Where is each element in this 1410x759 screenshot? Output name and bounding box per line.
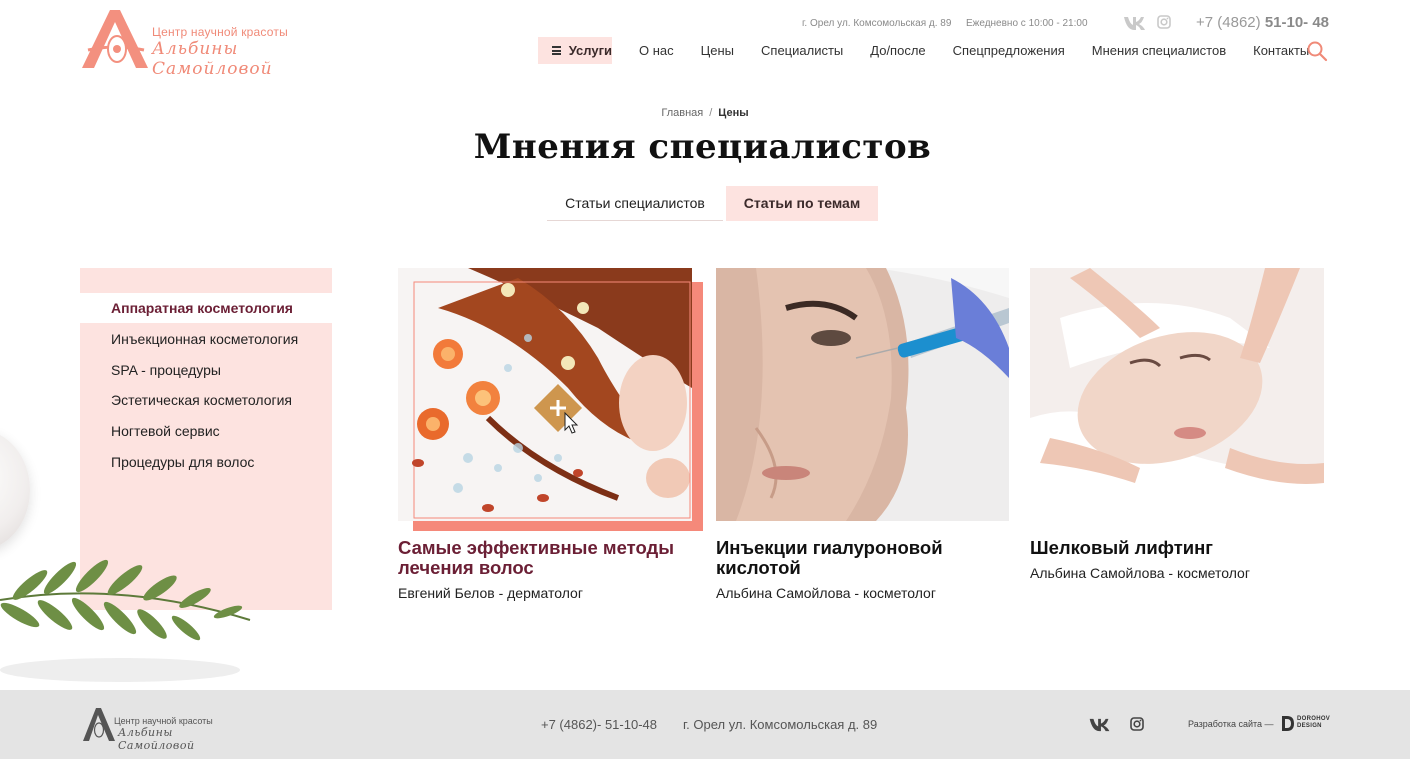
vk-icon[interactable] bbox=[1123, 15, 1147, 31]
developer-brand-line2: DESIGN bbox=[1297, 723, 1322, 729]
nav-item-about[interactable]: О нас bbox=[639, 37, 674, 64]
menu-icon bbox=[552, 46, 561, 55]
card-author: Евгений Белов - дерматолог bbox=[398, 585, 583, 601]
footer-logo-letter-a-icon bbox=[83, 708, 115, 741]
card-image-lifting[interactable] bbox=[1030, 268, 1324, 521]
footer-instagram-icon[interactable] bbox=[1130, 717, 1144, 731]
nav-item-opinions[interactable]: Мнения специалистов bbox=[1092, 37, 1226, 64]
developer-brand-line1: DOROHOV bbox=[1297, 716, 1331, 722]
page-title: Мнения специалистов bbox=[473, 127, 932, 167]
developer-d-icon bbox=[1282, 716, 1294, 731]
card-image-hair[interactable] bbox=[398, 268, 692, 521]
tab-bar: Статьи специалистов Статьи по темам bbox=[547, 186, 878, 221]
developer-label: Разработка сайта — bbox=[1188, 719, 1274, 729]
sidebar-item-hair-procedures[interactable]: Процедуры для волос bbox=[111, 454, 254, 470]
footer-address: г. Орел ул. Комсомольская д. 89 bbox=[683, 717, 878, 732]
nav-item-before-after[interactable]: До/после bbox=[870, 37, 925, 64]
site-logo[interactable]: Центр научной красоты Альбины Самойловой bbox=[80, 6, 320, 79]
header-hours: Ежедневно с 10:00 - 21:00 bbox=[966, 18, 1088, 29]
instagram-icon[interactable] bbox=[1157, 15, 1171, 29]
card-author: Альбина Самойлова - косметолог bbox=[716, 585, 936, 601]
logo-letter-a-icon bbox=[82, 10, 148, 68]
main-nav: Услуги О нас Цены Специалисты До/после С… bbox=[538, 37, 1336, 64]
sidebar-item-nail-service[interactable]: Ногтевой сервис bbox=[111, 423, 220, 439]
header-address: г. Орел ул. Комсомольская д. 89 bbox=[802, 18, 952, 29]
logo-text-line1: Центр научной красоты bbox=[152, 25, 288, 39]
footer-logo[interactable]: Центр научной красоты Альбины Самойловой bbox=[82, 706, 252, 752]
phone-prefix: +7 (4862) bbox=[1196, 14, 1261, 31]
sidebar-item-hardware-cosmetology[interactable]: Аппаратная косметология bbox=[111, 300, 293, 316]
sidebar-item-injection-cosmetology[interactable]: Инъекционная косметология bbox=[111, 331, 298, 347]
card-image-injection[interactable] bbox=[716, 268, 1009, 521]
nav-services-label: Услуги bbox=[568, 43, 612, 58]
card-title[interactable]: Инъекции гиалуроновой кислотой bbox=[716, 538, 1016, 578]
nav-item-contacts[interactable]: Контакты bbox=[1253, 37, 1309, 64]
footer-phone[interactable]: +7 (4862)- 51-10-48 bbox=[541, 717, 657, 732]
nav-item-prices[interactable]: Цены bbox=[701, 37, 734, 64]
decorative-plate bbox=[0, 430, 30, 550]
footer: Центр научной красоты Альбины Самойловой… bbox=[0, 690, 1410, 759]
search-icon[interactable] bbox=[1306, 40, 1328, 62]
nav-item-specialists[interactable]: Специалисты bbox=[761, 37, 843, 64]
footer-vk-icon[interactable] bbox=[1088, 717, 1112, 732]
sidebar-item-aesthetic-cosmetology[interactable]: Эстетическая косметология bbox=[111, 392, 292, 408]
card-title[interactable]: Шелковый лифтинг bbox=[1030, 538, 1330, 558]
card-title[interactable]: Самые эффективные методы лечения волос bbox=[398, 538, 698, 578]
nav-item-special-offers[interactable]: Спецпредложения bbox=[953, 37, 1065, 64]
footer-logo-line1: Центр научной красоты bbox=[114, 716, 213, 726]
sidebar-item-spa[interactable]: SPA - процедуры bbox=[111, 362, 221, 378]
tab-specialist-articles[interactable]: Статьи специалистов bbox=[547, 186, 723, 221]
breadcrumb: Главная / Цены bbox=[0, 107, 1410, 119]
developer-logo[interactable]: DOROHOV DESIGN bbox=[1281, 715, 1331, 732]
decorative-leaf-branch bbox=[0, 559, 251, 682]
footer-logo-line2: Альбины Самойловой bbox=[118, 726, 195, 752]
header-phone[interactable]: +7 (4862) 51-10- 48 bbox=[1196, 14, 1329, 31]
breadcrumb-current: Цены bbox=[718, 107, 749, 119]
logo-text-line2: Альбины Самойловой bbox=[152, 39, 273, 79]
breadcrumb-separator: / bbox=[709, 107, 713, 119]
tab-topic-articles[interactable]: Статьи по темам bbox=[726, 186, 878, 221]
nav-services-button[interactable]: Услуги bbox=[538, 37, 612, 64]
breadcrumb-home[interactable]: Главная bbox=[661, 107, 703, 119]
card-author: Альбина Самойлова - косметолог bbox=[1030, 565, 1250, 581]
phone-number: 51-10- 48 bbox=[1264, 14, 1330, 31]
